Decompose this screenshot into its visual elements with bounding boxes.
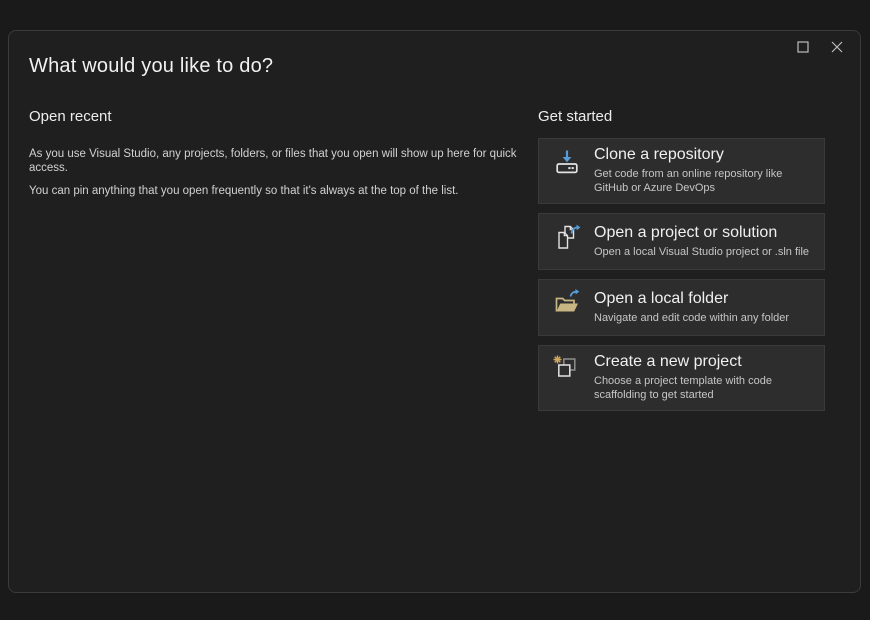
clone-repository-icon: [553, 148, 581, 176]
card-title: Open a project or solution: [594, 223, 814, 243]
maximize-icon: [797, 41, 809, 53]
open-recent-heading: Open recent: [29, 108, 529, 126]
open-recent-description-line-2: You can pin anything that you open frequ…: [29, 184, 529, 198]
clone-repository-button[interactable]: Clone a repository Get code from an onli…: [538, 138, 825, 204]
open-recent-description-line-1: As you use Visual Studio, any projects, …: [29, 147, 529, 175]
open-folder-icon: [553, 289, 581, 317]
card-title: Open a local folder: [594, 289, 814, 309]
dialog-title: What would you like to do?: [29, 53, 273, 79]
card-title: Clone a repository: [594, 145, 814, 165]
get-started-heading: Get started: [538, 108, 825, 126]
close-icon: [831, 41, 843, 53]
maximize-button[interactable]: [788, 34, 818, 60]
create-project-icon: [553, 355, 581, 383]
card-subtitle: Get code from an online repository like …: [594, 167, 814, 195]
get-started-cards: Clone a repository Get code from an onli…: [538, 138, 825, 411]
create-new-project-button[interactable]: Create a new project Choose a project te…: [538, 345, 825, 411]
card-subtitle: Navigate and edit code within any folder: [594, 311, 814, 325]
get-started-section: Get started Clone a repository Get code …: [538, 108, 825, 411]
window-controls: [788, 34, 852, 60]
card-subtitle: Choose a project template with code scaf…: [594, 374, 814, 402]
open-local-folder-button[interactable]: Open a local folder Navigate and edit co…: [538, 279, 825, 336]
open-project-solution-button[interactable]: Open a project or solution Open a local …: [538, 213, 825, 270]
start-window-dialog: What would you like to do? Open recent A…: [8, 30, 861, 593]
close-button[interactable]: [822, 34, 852, 60]
open-recent-section: Open recent As you use Visual Studio, an…: [29, 108, 529, 198]
open-project-icon: [553, 223, 581, 251]
card-subtitle: Open a local Visual Studio project or .s…: [594, 245, 814, 259]
card-title: Create a new project: [594, 352, 814, 372]
